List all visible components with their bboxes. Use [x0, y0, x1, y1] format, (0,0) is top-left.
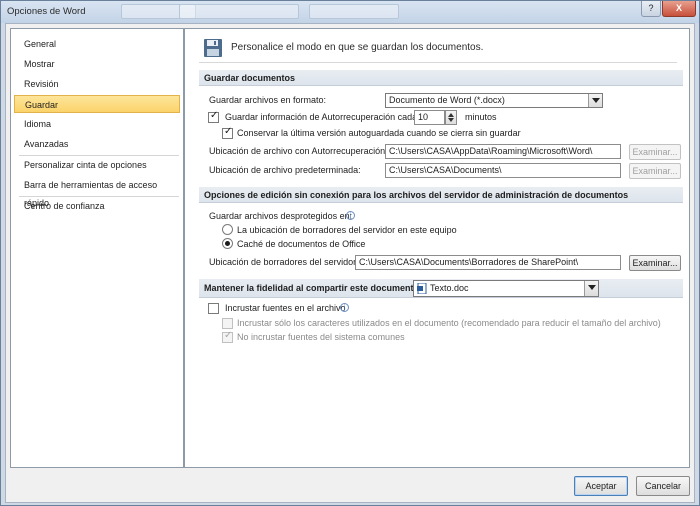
format-label: Guardar archivos en formato: [209, 95, 327, 105]
help-button[interactable]: ? [641, 1, 661, 17]
header-divider [199, 62, 677, 63]
drafts-location-label: Ubicación de borradores del servidor: [209, 257, 359, 267]
nav-item-revision[interactable]: Revisión [14, 75, 180, 93]
nav-item-personalizar-cinta[interactable]: Personalizar cinta de opciones [14, 156, 180, 174]
autorecover-label: Guardar información de Autorrecuperación… [225, 112, 418, 122]
drafts-browse-button[interactable]: Examinar... [629, 255, 681, 271]
panel-header-text: Personalice el modo en que se guardan lo… [231, 42, 484, 53]
embed-fonts-checkbox[interactable] [208, 303, 219, 314]
close-button[interactable]: X [662, 1, 696, 17]
default-path-browse-button[interactable]: Examinar... [629, 163, 681, 179]
background-tab [309, 4, 399, 19]
accept-button[interactable]: Aceptar [574, 476, 628, 496]
info-icon[interactable]: i [346, 211, 355, 220]
chevron-down-icon[interactable] [584, 281, 598, 296]
office-cache-label: Caché de documentos de Office [237, 239, 366, 249]
fidelity-document-value: Texto.doc [430, 283, 469, 293]
floppy-disk-icon [204, 39, 222, 57]
save-options-panel: Personalice el modo en que se guardan lo… [184, 28, 690, 468]
default-path-input[interactable]: C:\Users\CASA\Documents\ [385, 163, 621, 178]
no-common-fonts-label: No incrustar fuentes del sistema comunes [237, 332, 405, 342]
spinner-up-icon[interactable] [448, 113, 454, 117]
office-cache-radio[interactable] [222, 238, 233, 249]
autorecover-path-label: Ubicación de archivo con Autorrecuperaci… [209, 146, 388, 156]
window-title: Opciones de Word [7, 6, 86, 17]
no-common-fonts-checkbox[interactable] [222, 330, 233, 343]
fidelity-label: Mantener la fidelidad al compartir este … [204, 283, 423, 293]
nav-item-guardar[interactable]: Guardar [14, 95, 180, 113]
nav-item-avanzadas[interactable]: Avanzadas [14, 135, 180, 153]
section-guardar-documentos: Guardar documentos [199, 70, 683, 86]
background-tab [179, 4, 299, 19]
keep-last-version-checkbox[interactable] [222, 126, 233, 139]
nav-item-idioma[interactable]: Idioma [14, 115, 180, 133]
nav-item-mostrar[interactable]: Mostrar [14, 55, 180, 73]
autorecover-minutes-input[interactable]: 10 [414, 110, 445, 125]
options-navigation: General Mostrar Revisión Guardar Idioma … [10, 28, 184, 468]
save-format-value: Documento de Word (*.docx) [389, 95, 505, 105]
cancel-button[interactable]: Cancelar [636, 476, 690, 496]
fidelity-document-dropdown[interactable]: Texto.doc [413, 280, 599, 297]
minutes-label: minutos [465, 112, 497, 122]
title-bar[interactable]: Opciones de Word ? X [1, 1, 699, 23]
word-document-icon [417, 283, 427, 294]
embed-used-chars-label: Incrustar sólo los caracteres utilizados… [237, 318, 661, 328]
save-format-dropdown[interactable]: Documento de Word (*.docx) [385, 93, 603, 108]
drafts-location-input[interactable]: C:\Users\CASA\Documents\Borradores de Sh… [355, 255, 621, 270]
dialog-client-area: General Mostrar Revisión Guardar Idioma … [5, 23, 695, 503]
server-drafts-label: La ubicación de borradores del servidor … [237, 225, 457, 235]
info-icon[interactable]: i [340, 303, 349, 312]
embed-fonts-label: Incrustar fuentes en el archivo [225, 303, 346, 313]
server-drafts-radio[interactable] [222, 224, 233, 235]
default-path-label: Ubicación de archivo predeterminada: [209, 165, 361, 175]
nav-item-general[interactable]: General [14, 35, 180, 53]
section-edicion-sin-conexion: Opciones de edición sin conexión para lo… [199, 187, 683, 203]
save-checked-out-label: Guardar archivos desprotegidos en: [209, 211, 353, 221]
word-options-dialog: Opciones de Word ? X General Mostrar Rev… [0, 0, 700, 506]
autorecover-path-input[interactable]: C:\Users\CASA\AppData\Roaming\Microsoft\… [385, 144, 621, 159]
chevron-down-icon[interactable] [588, 94, 602, 107]
autorecover-checkbox[interactable] [208, 110, 219, 123]
keep-last-version-label: Conservar la última versión autoguardada… [237, 128, 521, 138]
minutes-spinner[interactable] [445, 110, 457, 125]
spinner-down-icon[interactable] [448, 118, 454, 122]
autorecover-browse-button[interactable]: Examinar... [629, 144, 681, 160]
nav-item-barra-acceso-rapido[interactable]: Barra de herramientas de acceso rápido [14, 176, 180, 208]
embed-used-chars-checkbox[interactable] [222, 318, 233, 329]
nav-item-centro-confianza[interactable]: Centro de confianza [14, 197, 180, 215]
